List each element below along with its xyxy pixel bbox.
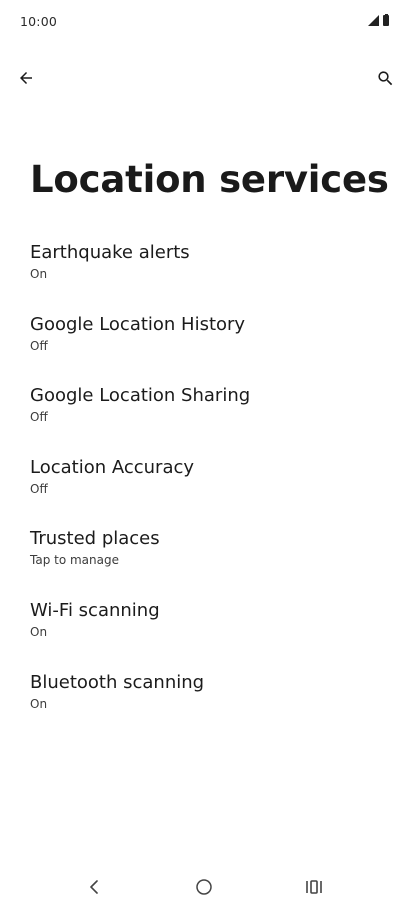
status-bar: 10:00 <box>0 0 409 42</box>
nav-home-icon <box>196 879 212 895</box>
list-item-trusted-places[interactable]: Trusted places Tap to manage <box>0 524 409 596</box>
item-summary: On <box>30 624 48 639</box>
item-title: Earthquake alerts <box>30 242 190 263</box>
status-icons <box>368 14 389 26</box>
item-title: Google Location History <box>30 313 246 335</box>
item-title: Google Location Sharing <box>30 385 251 407</box>
item-summary: On <box>30 696 48 711</box>
nav-back-button[interactable] <box>74 874 114 900</box>
top-app-bar <box>0 58 409 98</box>
item-summary: Off <box>30 410 48 425</box>
item-summary: On <box>30 267 48 281</box>
list-item-location-accuracy[interactable]: Location Accuracy Off <box>0 453 409 525</box>
item-summary: Off <box>30 338 48 353</box>
nav-recents-icon <box>306 880 322 894</box>
item-summary: Off <box>30 481 48 496</box>
list-item-google-location-history[interactable]: Google Location History Off <box>0 310 409 382</box>
search-icon <box>377 70 392 85</box>
list-item-google-location-sharing[interactable]: Google Location Sharing Off <box>0 381 409 453</box>
search-button[interactable] <box>369 60 401 96</box>
item-title: Bluetooth scanning <box>30 671 205 693</box>
item-title: Location Accuracy <box>30 456 195 478</box>
back-button[interactable] <box>10 60 42 96</box>
nav-home-button[interactable] <box>184 874 224 900</box>
item-summary: Tap to manage <box>30 553 119 568</box>
list-item-wifi-scanning[interactable]: Wi-Fi scanning On <box>0 596 409 668</box>
nav-back-icon <box>90 880 98 894</box>
status-time: 10:00 <box>20 14 58 29</box>
item-title: Wi-Fi scanning <box>30 599 160 621</box>
settings-list: Earthquake alerts On Google Location His… <box>0 238 409 739</box>
arrow-back-icon <box>20 72 32 84</box>
list-item-bluetooth-scanning[interactable]: Bluetooth scanning On <box>0 668 409 740</box>
battery-icon <box>383 14 389 26</box>
location-services-screen: 10:00 Location services Earthquake alert… <box>0 0 409 910</box>
page-title: Location services <box>30 158 389 201</box>
system-nav-bar <box>0 866 409 910</box>
list-item-earthquake-alerts[interactable]: Earthquake alerts On <box>0 238 409 310</box>
nav-recents-button[interactable] <box>294 874 334 900</box>
item-title: Trusted places <box>30 528 160 550</box>
signal-icon <box>368 15 379 26</box>
